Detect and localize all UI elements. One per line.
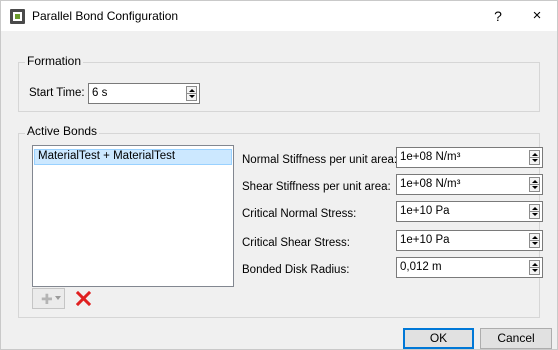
start-time-value: 6 s xyxy=(92,87,108,99)
normal-stiffness-spinbox[interactable]: 1e+08 N/m³ xyxy=(396,147,543,168)
list-item-label: MaterialTest + MaterialTest xyxy=(38,150,176,162)
bonded-disk-radius-spinbox[interactable]: 0,012 m xyxy=(396,257,543,278)
active-bonds-group-label: Active Bonds xyxy=(25,124,100,138)
stepper-down-icon[interactable] xyxy=(532,186,538,189)
shear-stiffness-value: 1e+08 N/m³ xyxy=(400,178,461,190)
stepper-down-icon[interactable] xyxy=(532,159,538,162)
start-time-stepper[interactable] xyxy=(186,86,197,101)
normal-stiffness-stepper[interactable] xyxy=(529,150,540,165)
normal-stiffness-label: Normal Stiffness per unit area: xyxy=(242,154,398,166)
critical-normal-stress-label: Critical Normal Stress: xyxy=(242,208,357,220)
bonded-disk-radius-stepper[interactable] xyxy=(529,260,540,275)
parallel-bond-dialog: Parallel Bond Configuration ? × Formatio… xyxy=(0,0,558,350)
shear-stiffness-stepper[interactable] xyxy=(529,177,540,192)
stepper-up-icon[interactable] xyxy=(532,207,538,210)
critical-shear-stress-value: 1e+10 Pa xyxy=(400,234,450,246)
window-title: Parallel Bond Configuration xyxy=(32,9,179,23)
bonded-disk-radius-label: Bonded Disk Radius: xyxy=(242,264,350,276)
delete-bond-button[interactable] xyxy=(73,288,94,309)
shear-stiffness-label: Shear Stiffness per unit area: xyxy=(242,181,391,193)
close-button[interactable]: × xyxy=(517,1,557,31)
critical-normal-stress-value: 1e+10 Pa xyxy=(400,205,450,217)
list-item[interactable]: MaterialTest + MaterialTest xyxy=(34,149,232,165)
stepper-down-icon[interactable] xyxy=(532,213,538,216)
bonded-disk-radius-value: 0,012 m xyxy=(400,261,442,273)
stepper-up-icon[interactable] xyxy=(532,263,538,266)
title-bar: Parallel Bond Configuration ? × xyxy=(1,1,557,31)
stepper-up-icon[interactable] xyxy=(532,153,538,156)
critical-shear-stress-spinbox[interactable]: 1e+10 Pa xyxy=(396,230,543,251)
shear-stiffness-spinbox[interactable]: 1e+08 N/m³ xyxy=(396,174,543,195)
critical-normal-stress-spinbox[interactable]: 1e+10 Pa xyxy=(396,201,543,222)
add-bond-button[interactable]: ✚ xyxy=(32,288,65,309)
app-icon xyxy=(10,9,25,24)
start-time-label: Start Time: xyxy=(29,87,85,99)
normal-stiffness-value: 1e+08 N/m³ xyxy=(400,151,461,163)
critical-shear-stress-label: Critical Shear Stress: xyxy=(242,237,351,249)
red-x-icon xyxy=(76,291,91,306)
critical-normal-stress-stepper[interactable] xyxy=(529,204,540,219)
stepper-down-icon[interactable] xyxy=(532,269,538,272)
formation-group-label: Formation xyxy=(25,54,84,68)
start-time-spinbox[interactable]: 6 s xyxy=(88,83,200,104)
plus-icon: ✚ xyxy=(41,291,53,307)
bonds-list[interactable]: MaterialTest + MaterialTest xyxy=(32,145,234,287)
chevron-down-icon xyxy=(55,296,61,300)
ok-button[interactable]: OK xyxy=(403,328,474,349)
stepper-up-icon[interactable] xyxy=(189,89,195,92)
stepper-down-icon[interactable] xyxy=(532,242,538,245)
stepper-up-icon[interactable] xyxy=(532,236,538,239)
critical-shear-stress-stepper[interactable] xyxy=(529,233,540,248)
stepper-down-icon[interactable] xyxy=(189,95,195,98)
stepper-up-icon[interactable] xyxy=(532,180,538,183)
help-button[interactable]: ? xyxy=(479,1,517,31)
cancel-button[interactable]: Cancel xyxy=(480,328,552,349)
